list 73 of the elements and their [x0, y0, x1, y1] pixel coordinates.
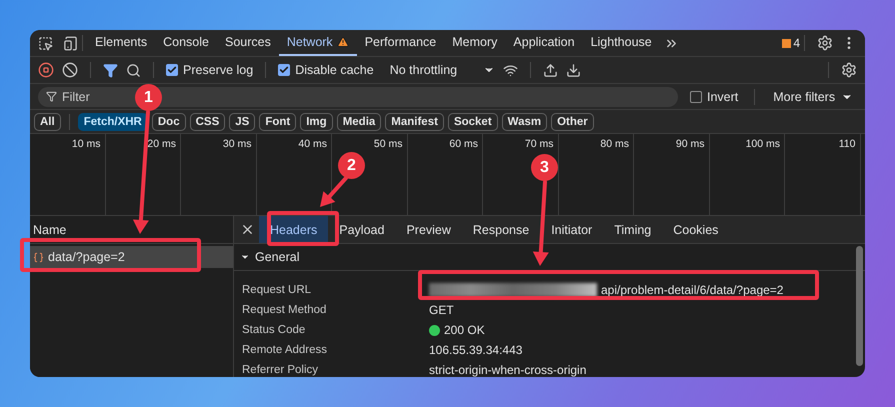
network-conditions-icon[interactable] — [503, 62, 518, 78]
filter-icon — [46, 90, 57, 102]
type-filter-chip[interactable]: CSS — [190, 112, 226, 130]
header-name: Request Method — [242, 304, 328, 316]
type-filter-chip[interactable]: Img — [300, 112, 333, 130]
header-name: Remote Address — [242, 344, 328, 356]
time-tick: 90 ms — [676, 138, 704, 151]
header-value: strict-origin-when-cross-origin — [429, 363, 586, 377]
throttling-dropdown[interactable]: No throttling — [390, 63, 496, 77]
time-tick: 50 ms — [374, 138, 402, 151]
time-tick: 100 ms — [746, 138, 780, 151]
panel-tab[interactable]: Elements — [87, 30, 156, 56]
time-tick: 40 ms — [298, 138, 327, 151]
inspect-icon[interactable] — [38, 36, 53, 50]
settings-icon[interactable] — [817, 35, 833, 51]
type-filter-chip[interactable]: Other — [551, 112, 594, 130]
clear-icon[interactable] — [62, 62, 78, 78]
time-tick: 70 ms — [524, 138, 554, 151]
header-value: 200 OK — [444, 323, 485, 337]
type-filter-chip[interactable]: Media — [336, 112, 382, 130]
issues-badge[interactable]: 4 — [782, 36, 800, 50]
annotation-frame — [267, 211, 339, 246]
time-tick: 20 ms — [147, 138, 176, 151]
type-filter-chip[interactable]: Socket — [448, 112, 498, 130]
type-filter-chip[interactable]: Wasm — [502, 112, 548, 130]
details-tab[interactable]: Headers — [259, 216, 328, 243]
time-tick: 30 ms — [222, 138, 252, 151]
device-toggle-icon[interactable] — [63, 36, 78, 50]
panel-tab[interactable]: Memory — [444, 30, 506, 56]
search-icon[interactable] — [126, 62, 141, 78]
type-filter-chip[interactable]: Fetch/XHR — [78, 112, 148, 130]
check-icon — [167, 65, 177, 75]
panel-tab[interactable]: Performance — [356, 30, 444, 56]
header-name: Request URL — [242, 284, 312, 296]
annotation-arrow — [320, 176, 348, 207]
panel-tab[interactable]: Console — [155, 30, 217, 56]
record-icon[interactable] — [38, 62, 54, 78]
type-filter-chip[interactable]: Doc — [152, 112, 186, 130]
time-tick: 110 — [838, 138, 856, 151]
close-icon[interactable] — [240, 222, 255, 237]
settings-icon[interactable] — [841, 62, 857, 78]
type-filter-chip[interactable]: Font — [259, 112, 296, 130]
details-tab[interactable]: Initiator — [540, 216, 604, 243]
preserve-log-checkbox[interactable]: Preserve log — [166, 63, 254, 77]
column-header: Name — [33, 222, 66, 236]
filter-icon[interactable] — [103, 62, 118, 78]
download-icon[interactable] — [566, 62, 582, 78]
header-name: Status Code — [242, 324, 306, 336]
time-tick: 10 ms — [72, 138, 100, 151]
details-tab[interactable]: Timing — [603, 216, 662, 243]
details-tab[interactable]: Cookies — [662, 216, 730, 243]
header-value: api/problem-detail/6/data/?page=2 — [601, 283, 784, 297]
panel-tab[interactable]: Sources — [216, 30, 279, 56]
type-filter-chip[interactable]: JS — [229, 112, 256, 130]
header-value: GET — [429, 303, 454, 317]
header-value: 106.55.39.34:443 — [429, 343, 522, 357]
invert-checkbox[interactable]: Invert — [690, 90, 738, 104]
type-filter-chip[interactable]: All — [34, 112, 61, 130]
disable-cache-checkbox[interactable]: Disable cache — [278, 63, 374, 77]
type-filter-chip[interactable]: Manifest — [385, 112, 444, 130]
details-tab[interactable]: Response — [462, 216, 540, 243]
header-name: Referrer Policy — [242, 364, 320, 376]
details-tab[interactable]: Preview — [395, 216, 462, 243]
request-row[interactable]: data/?page=2 — [30, 246, 233, 268]
details-tab[interactable]: Payload — [328, 216, 396, 243]
check-icon — [279, 65, 290, 75]
more-filters-button[interactable]: More filters — [771, 90, 856, 104]
time-tick: 80 ms — [600, 138, 629, 151]
upload-icon[interactable] — [543, 62, 558, 78]
panel-tab[interactable]: Application — [505, 30, 583, 56]
time-tick: 60 ms — [449, 138, 478, 151]
braces-icon — [33, 252, 44, 262]
panel-tab[interactable]: Lighthouse — [582, 30, 660, 56]
